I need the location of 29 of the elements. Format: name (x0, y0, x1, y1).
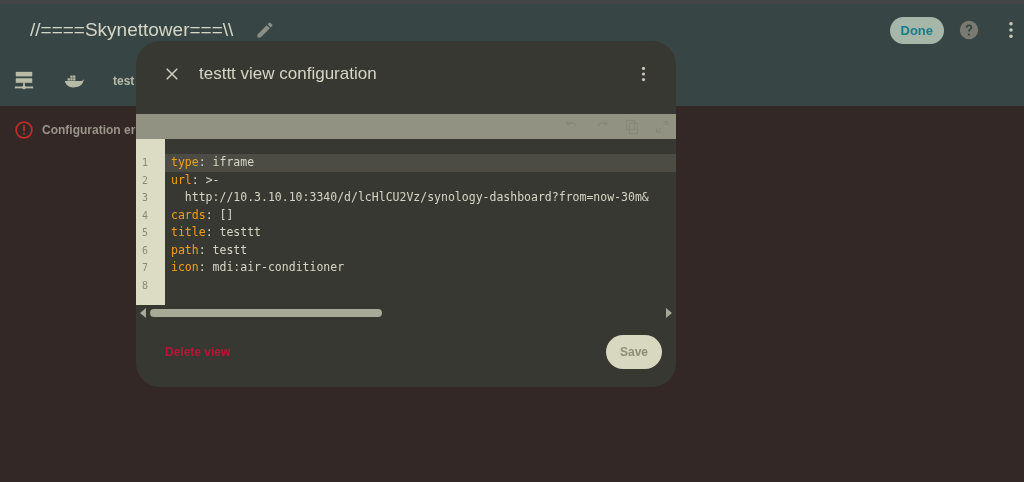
delete-view-link[interactable]: Delete view (165, 345, 231, 359)
code-line: url: >- (171, 172, 220, 187)
code-line: title: testtt (171, 225, 261, 239)
scrollbar-thumb[interactable] (150, 309, 382, 317)
server-icon[interactable] (13, 70, 35, 92)
dialog-title: testtt view configuration (199, 64, 377, 84)
view-tab[interactable]: test (113, 74, 135, 88)
line-number: 6 (142, 244, 149, 256)
more-icon[interactable] (1008, 21, 1014, 39)
done-button[interactable]: Done (889, 16, 944, 44)
line-number: 3 (142, 192, 149, 203)
line-number: 7 (142, 262, 149, 273)
line-number: 4 (142, 209, 149, 221)
line-number: 2 (142, 174, 149, 186)
scroll-left-icon[interactable] (140, 308, 146, 318)
error-icon (14, 120, 34, 140)
scroll-right-icon[interactable] (666, 308, 672, 318)
line-number: 1 (142, 157, 149, 168)
more-icon[interactable] (641, 66, 646, 82)
line-number: 8 (142, 279, 149, 291)
line-number: 5 (142, 227, 149, 238)
error-message: Configuration er (42, 123, 136, 137)
code-line: icon: mdi:air-conditioner (171, 260, 345, 274)
code-line: path: testt (171, 242, 248, 257)
code-line: type: iframe (171, 155, 255, 169)
code-line: cards: [] (171, 207, 234, 222)
close-icon[interactable] (163, 65, 181, 83)
page-title: //====Skynettower===\\ (30, 19, 234, 41)
code-line: http://10.3.10.10:3340/d/lcHlCU2Vz/synology-dashboard?from=now-30m& (183, 190, 649, 204)
